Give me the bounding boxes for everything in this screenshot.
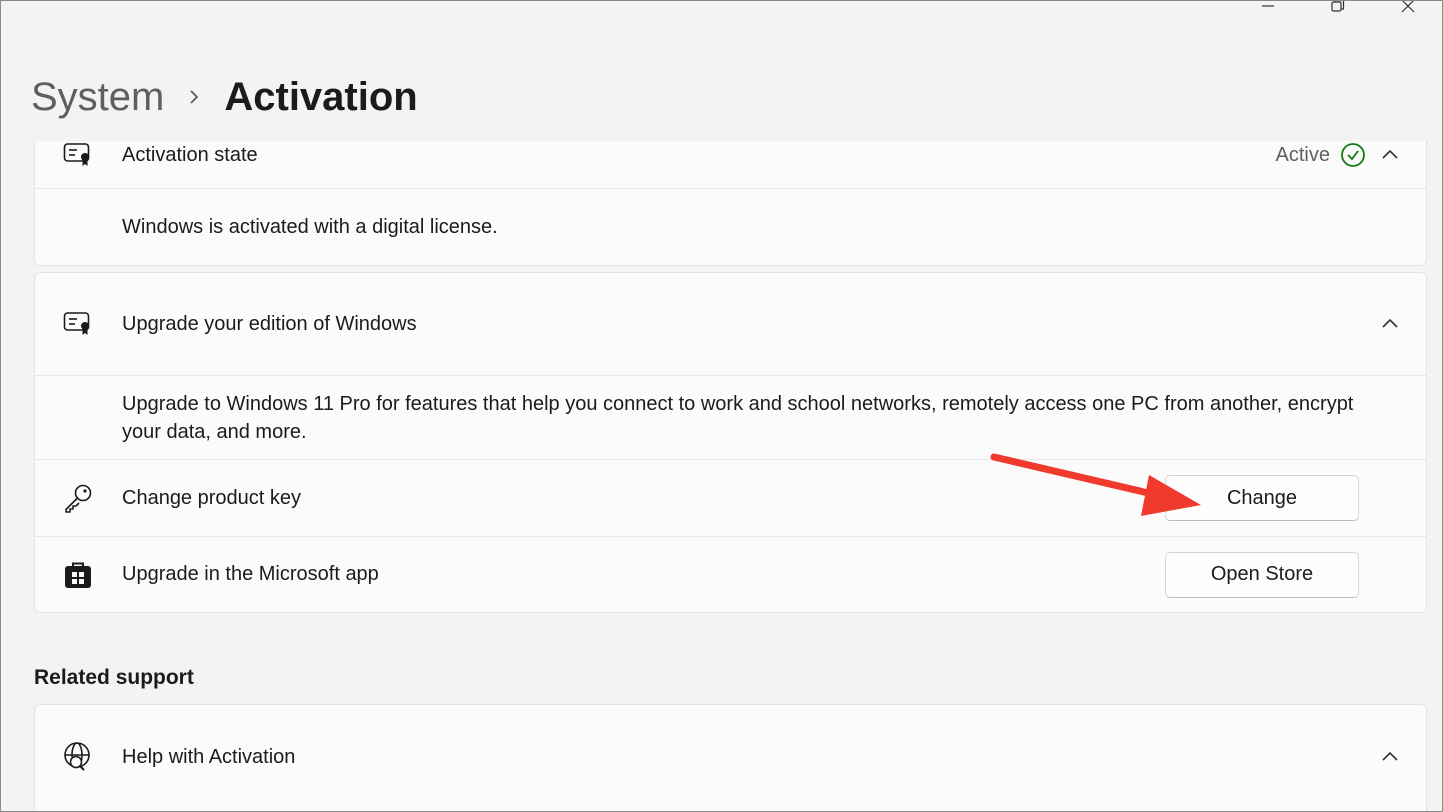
upgrade-edition-row[interactable]: Upgrade your edition of Windows [35, 273, 1426, 376]
activation-message-row: Windows is activated with a digital lice… [35, 189, 1426, 266]
minimize-icon [1262, 5, 1274, 7]
settings-window: System Activation Activation state Activ… [0, 0, 1443, 812]
microsoft-store-row: Upgrade in the Microsoft app Open Store [35, 537, 1426, 612]
activation-state-value: Active [1275, 143, 1330, 166]
breadcrumb: System Activation [31, 71, 418, 123]
settings-scroll-area[interactable]: Activation state Active Windows is activ… [1, 141, 1442, 811]
restore-icon [1331, 1, 1345, 12]
check-circle-icon [1336, 141, 1370, 172]
change-button[interactable]: Change [1165, 475, 1359, 521]
upgrade-description: Upgrade to Windows 11 Pro for features t… [122, 392, 1354, 443]
change-product-key-row: Change product key Change [35, 460, 1426, 537]
activation-message: Windows is activated with a digital lice… [122, 216, 498, 238]
change-product-key-label: Change product key [122, 486, 302, 509]
globe-search-icon [61, 740, 95, 774]
activation-state-card: Activation state Active Windows is activ… [34, 141, 1427, 266]
close-icon [1401, 1, 1415, 13]
minimize-button[interactable] [1232, 1, 1302, 23]
key-icon [61, 481, 95, 515]
upgrade-description-row: Upgrade to Windows 11 Pro for features t… [35, 376, 1426, 460]
certificate-icon [61, 141, 95, 172]
related-support-heading: Related support [34, 666, 194, 689]
upgrade-edition-card: Upgrade your edition of Windows Upgrade … [34, 272, 1427, 613]
microsoft-store-label: Upgrade in the Microsoft app [122, 563, 379, 585]
store-icon [61, 558, 95, 592]
help-activation-label: Help with Activation [122, 745, 296, 768]
restore-button[interactable] [1302, 1, 1372, 23]
chevron-up-icon[interactable] [1380, 747, 1400, 767]
activation-state-label: Activation state [122, 143, 258, 166]
chevron-right-icon [174, 87, 214, 107]
open-store-button[interactable]: Open Store [1165, 551, 1359, 598]
related-support-card: Help with Activation [34, 704, 1427, 811]
upgrade-edition-title: Upgrade your edition of Windows [122, 312, 417, 335]
caption-controls [1232, 1, 1442, 23]
certificate-icon [61, 307, 95, 341]
breadcrumb-parent[interactable]: System [31, 75, 164, 120]
chevron-up-icon[interactable] [1380, 314, 1400, 334]
activation-state-row[interactable]: Activation state Active [35, 141, 1426, 189]
close-button[interactable] [1372, 1, 1442, 23]
help-activation-row[interactable]: Help with Activation [35, 705, 1426, 809]
page-title: Activation [224, 74, 418, 119]
chevron-up-icon[interactable] [1380, 145, 1400, 165]
